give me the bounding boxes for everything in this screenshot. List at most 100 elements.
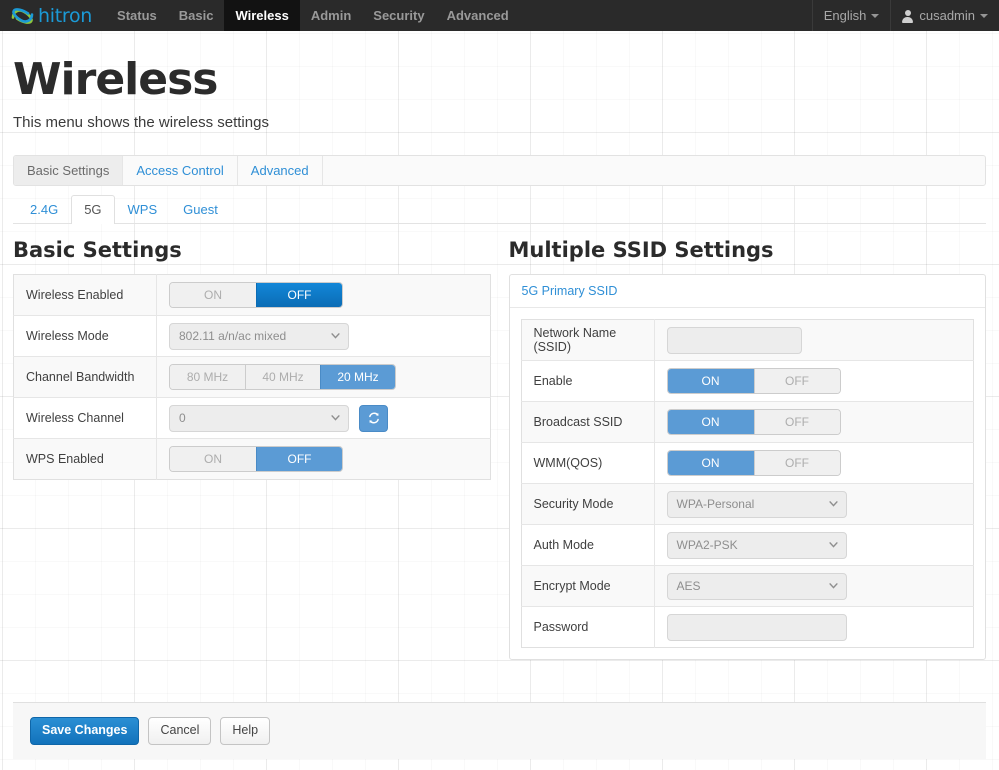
nav-item-security[interactable]: Security	[362, 0, 435, 31]
table-row: Broadcast SSID ON OFF	[521, 401, 974, 443]
table-row: Password	[521, 606, 974, 648]
user-name: cusadmin	[919, 8, 975, 23]
table-row: Encrypt Mode AES	[521, 565, 974, 607]
tab-basic-settings[interactable]: Basic Settings	[14, 156, 124, 186]
chevron-down-icon	[828, 500, 838, 507]
broadcast-ssid-off-button[interactable]: OFF	[753, 410, 840, 435]
wireless-mode-value: 802.11 a/n/ac mixed	[179, 328, 287, 343]
wireless-channel-select[interactable]: 0	[169, 404, 349, 432]
row-label-enable: Enable	[521, 360, 655, 402]
row-label-security-mode: Security Mode	[521, 483, 655, 525]
wireless-enabled-off-button[interactable]: OFF	[256, 283, 342, 308]
table-row: Auth Mode WPA2-PSK	[521, 524, 974, 566]
wireless-mode-select[interactable]: 802.11 a/n/ac mixed	[169, 322, 349, 350]
row-label-broadcast-ssid: Broadcast SSID	[521, 401, 655, 443]
ssid-panel-header[interactable]: 5G Primary SSID	[509, 275, 985, 309]
ssid-enable-off-button[interactable]: OFF	[753, 369, 840, 394]
chevron-down-icon	[871, 13, 880, 18]
tab-guest[interactable]: Guest	[170, 195, 231, 224]
security-mode-select[interactable]: WPA-Personal	[666, 490, 847, 518]
row-value-wmm-qos: ON OFF	[654, 443, 974, 484]
language-selector[interactable]: English	[811, 0, 891, 31]
bandwidth-40mhz-button[interactable]: 40 MHz	[245, 365, 320, 390]
chevron-down-icon	[828, 541, 838, 548]
table-row: Wireless Enabled ON OFF	[13, 274, 491, 316]
wireless-enabled-toggle[interactable]: ON OFF	[169, 282, 343, 309]
row-label-password: Password	[521, 606, 655, 648]
user-menu[interactable]: cusadmin	[890, 0, 999, 31]
channel-bandwidth-group[interactable]: 80 MHz 40 MHz 20 MHz	[169, 364, 396, 391]
encrypt-mode-value: AES	[676, 578, 701, 593]
ssid-panel-body: Network Name (SSID) Enable ON OFF Broadc…	[510, 308, 986, 659]
wmm-qos-toggle[interactable]: ON OFF	[666, 450, 841, 477]
row-label-encrypt-mode: Encrypt Mode	[521, 565, 655, 607]
cancel-button[interactable]: Cancel	[148, 717, 212, 745]
tab-24g[interactable]: 2.4G	[17, 195, 71, 224]
multiple-ssid-title: Multiple SSID Settings	[508, 238, 774, 263]
brand-logo[interactable]: hitron	[0, 0, 106, 31]
password-input[interactable]	[666, 613, 847, 641]
network-name-input[interactable]	[666, 326, 802, 354]
chevron-down-icon	[828, 582, 838, 589]
basic-settings-table: Wireless Enabled ON OFF Wireless Mode 80…	[13, 274, 491, 481]
row-value-wps-enabled: ON OFF	[157, 439, 491, 480]
auth-mode-value: WPA2-PSK	[676, 537, 738, 552]
row-label-channel-bandwidth: Channel Bandwidth	[13, 356, 157, 398]
row-value-auth-mode: WPA2-PSK	[654, 525, 974, 566]
basic-settings-column: Basic Settings Wireless Enabled ON OFF W…	[13, 238, 491, 660]
bandwidth-80mhz-button[interactable]: 80 MHz	[170, 365, 245, 390]
row-label-wireless-channel: Wireless Channel	[13, 397, 157, 439]
chevron-down-icon	[331, 414, 340, 421]
ssid-settings-table: Network Name (SSID) Enable ON OFF Broadc…	[520, 319, 974, 649]
section-tabs: Basic Settings Access Control Advanced	[13, 155, 986, 187]
auth-mode-select[interactable]: WPA2-PSK	[666, 531, 847, 559]
tab-access-control[interactable]: Access Control	[123, 156, 238, 186]
wps-enabled-toggle[interactable]: ON OFF	[169, 446, 343, 473]
row-value-wireless-enabled: ON OFF	[157, 275, 491, 316]
main-menu: Status Basic Wireless Admin Security Adv…	[106, 0, 520, 31]
table-row: WMM(QOS) ON OFF	[521, 442, 974, 484]
broadcast-ssid-toggle[interactable]: ON OFF	[666, 409, 841, 436]
table-row: Network Name (SSID)	[521, 319, 974, 361]
tab-5g[interactable]: 5G	[71, 195, 115, 225]
ssid-enable-toggle[interactable]: ON OFF	[666, 368, 841, 395]
nav-item-wireless[interactable]: Wireless	[224, 0, 300, 31]
nav-item-advanced[interactable]: Advanced	[436, 0, 520, 31]
table-row: WPS Enabled ON OFF	[13, 438, 491, 480]
nav-right-group: English cusadmin	[811, 0, 999, 31]
row-label-auth-mode: Auth Mode	[521, 524, 655, 566]
tab-advanced[interactable]: Advanced	[238, 156, 323, 186]
row-value-enable: ON OFF	[654, 361, 974, 402]
encrypt-mode-select[interactable]: AES	[666, 572, 847, 600]
wps-enabled-on-button[interactable]: ON	[170, 447, 256, 472]
wmm-qos-on-button[interactable]: ON	[667, 451, 754, 476]
table-row: Security Mode WPA-Personal	[521, 483, 974, 525]
chevron-down-icon	[980, 13, 988, 18]
bandwidth-20mhz-button[interactable]: 20 MHz	[320, 365, 395, 390]
security-mode-value: WPA-Personal	[676, 496, 755, 511]
nav-item-admin[interactable]: Admin	[300, 0, 362, 31]
nav-item-basic[interactable]: Basic	[168, 0, 225, 31]
action-bar: Save Changes Cancel Help	[13, 702, 986, 759]
ssid-enable-on-button[interactable]: ON	[667, 369, 754, 394]
table-row: Enable ON OFF	[521, 360, 974, 402]
help-button[interactable]: Help	[220, 717, 271, 745]
row-label-network-name: Network Name (SSID)	[521, 319, 655, 361]
tab-wps[interactable]: WPS	[115, 195, 171, 224]
wps-enabled-off-button[interactable]: OFF	[256, 447, 342, 472]
wireless-enabled-on-button[interactable]: ON	[170, 283, 256, 308]
refresh-channel-button[interactable]	[359, 404, 389, 432]
row-value-channel-bandwidth: 80 MHz 40 MHz 20 MHz	[157, 357, 491, 398]
row-label-wireless-mode: Wireless Mode	[13, 315, 157, 357]
user-icon	[902, 9, 914, 23]
row-value-encrypt-mode: AES	[654, 566, 974, 607]
row-value-security-mode: WPA-Personal	[654, 484, 974, 525]
ssid-panel: 5G Primary SSID Network Name (SSID) Enab…	[508, 274, 986, 661]
brand-name: hitron	[38, 4, 93, 27]
broadcast-ssid-on-button[interactable]: ON	[667, 410, 754, 435]
nav-item-status[interactable]: Status	[106, 0, 168, 31]
save-changes-button[interactable]: Save Changes	[30, 717, 140, 745]
refresh-icon	[369, 412, 379, 424]
content-columns: Basic Settings Wireless Enabled ON OFF W…	[13, 238, 986, 661]
wmm-qos-off-button[interactable]: OFF	[753, 451, 840, 476]
